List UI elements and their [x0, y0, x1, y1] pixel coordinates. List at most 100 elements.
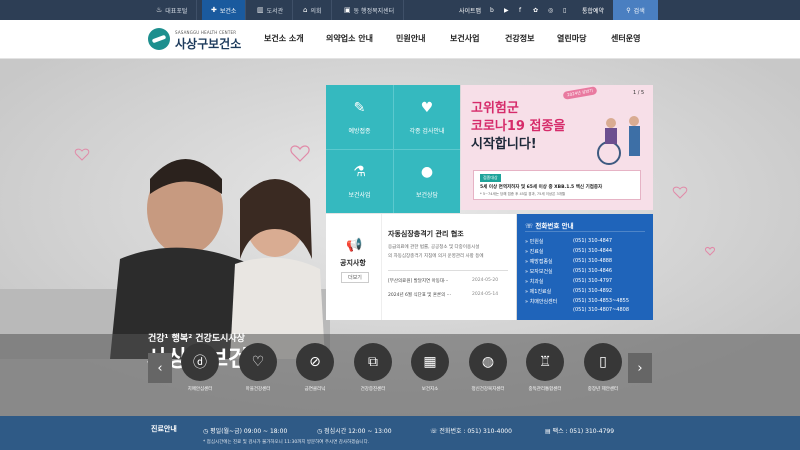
integrated-reservation-link[interactable]: 통합예약	[582, 0, 604, 20]
phone-number: (051) 310-4847	[573, 238, 613, 244]
phone-icon: ☏	[430, 428, 440, 435]
council-link[interactable]: ⌂ 의회	[294, 0, 332, 20]
clinic-hours-bar: 진료안내 ◷ 평일(월~금) 09:00 ~ 18:00 ◷ 점심시간 12:0…	[0, 416, 800, 450]
council-icon: ⌂	[303, 6, 308, 14]
chevron-left-icon: ‹	[157, 360, 163, 376]
tile-tests[interactable]: ♥ 각종 검사안내	[393, 85, 460, 149]
quick-middle-age[interactable]: ▯ 중장년 제안센터	[581, 343, 625, 392]
facebook-icon[interactable]: f	[519, 0, 521, 20]
nav-pharmacy[interactable]: 의약업소 안내	[326, 33, 373, 44]
phone-number: (051) 310-4807~4808	[573, 307, 630, 313]
mobile-icon[interactable]: ▯	[563, 0, 566, 20]
building-icon: ▦	[411, 343, 449, 381]
phone-dept: » 치과실	[525, 279, 544, 285]
syringe-icon: ✎	[353, 99, 366, 116]
phone-title: ☏ 전화번호 안내	[525, 222, 574, 230]
notice-body-line: 의 자동심장충격기 지침에 의거 운영관리 사항 등에	[388, 254, 484, 259]
logo-title[interactable]: 사상구보건소	[175, 35, 241, 52]
notice-label: 공지사항	[340, 259, 366, 267]
nav-health-projects[interactable]: 보건사업	[450, 33, 479, 44]
dumbbell-icon: ⧉	[354, 343, 392, 381]
wheelchair-illustration	[597, 116, 640, 165]
phone-panel: ☏ 전화번호 안내 » 민원실 (051) 310-4847 » 진료실 (05…	[517, 214, 653, 320]
book-icon: ▥	[257, 6, 264, 14]
phone-number: (051) 310-4846	[573, 268, 613, 274]
glass-icon: ♖	[526, 343, 564, 381]
library-link[interactable]: ▥ 도서관	[248, 0, 294, 20]
chevron-right-icon: ›	[637, 360, 643, 376]
notice-item[interactable]: [부산의료원] 발달지연 아동대···	[388, 278, 448, 284]
banner-line2: 코로나19 접종을	[471, 119, 566, 134]
blog-icon[interactable]: b	[490, 0, 494, 20]
no-smoking-icon: ⊘	[296, 343, 334, 381]
phone-number: (051) 310-4853~4855	[573, 298, 630, 304]
notice-item[interactable]: 2024년 6월 식단표 및 혼론의 ···	[388, 292, 451, 298]
phone-dept: » 제1진료실	[525, 289, 552, 295]
megaphone-icon: 📢	[346, 238, 363, 253]
phone-dept: » 치매안심센터	[525, 299, 558, 305]
health-center-link[interactable]: ✚ 보건소	[202, 0, 247, 20]
quick-no-smoking[interactable]: ⊘ 금연클리닉	[293, 343, 337, 392]
fax-number: ▤ 팩스 : 051) 310-4799	[545, 428, 615, 435]
banner-info-box: 접종대상 5세 이상 면역저하자 및 65세 이상 중 XBB.1.5 백신 기…	[473, 170, 641, 200]
quick-health-promotion[interactable]: ⧉ 건강증진센터	[351, 343, 395, 392]
office-icon: ▣	[344, 6, 351, 14]
tile-counseling[interactable]: ● 보건상담	[393, 149, 460, 213]
heartbeat-icon: ♥	[420, 99, 434, 116]
phone-number: (051) 310-4797	[573, 278, 613, 284]
phone-dept: » 민원실	[525, 239, 544, 245]
quick-next-button[interactable]: ›	[628, 353, 652, 383]
quick-village-health[interactable]: ♡ 마을건강센터	[236, 343, 280, 392]
kakao-icon[interactable]: ✿	[533, 0, 538, 20]
divider	[388, 270, 508, 271]
notice-title[interactable]: 자동심장충격기 관리 협조	[388, 229, 464, 239]
lunch-hours: ◷ 점심시간 12:00 ~ 13:00	[317, 428, 392, 435]
notice-date: 2024-05-20	[472, 278, 499, 283]
community-center-link[interactable]: ▣ 동 행정복지센터	[335, 0, 405, 20]
divider	[525, 231, 645, 232]
nav-center[interactable]: 센터운영	[611, 33, 640, 44]
nav-open-forum[interactable]: 열린마당	[557, 33, 586, 44]
quick-addiction[interactable]: ♖ 중독관리통합센터	[523, 343, 567, 392]
banner-line3: 시작합니다!	[471, 137, 537, 152]
medicine-bowl-icon: ⚗	[353, 164, 366, 180]
tel-number: ☏ 전화번호 : 051) 310-4000	[430, 428, 512, 435]
tile-health-projects[interactable]: ⚗ 보건사업	[326, 149, 393, 213]
phone-icon: ▯	[584, 343, 622, 381]
logo-icon[interactable]	[148, 28, 170, 50]
nav-intro[interactable]: 보건소 소개	[264, 33, 304, 44]
fax-icon: ▤	[545, 428, 553, 435]
search-icon: ⚲	[626, 6, 631, 14]
counsel-icon: ●	[420, 164, 434, 180]
banner-tag: 2024년 상반기	[562, 86, 598, 100]
nav-health-info[interactable]: 건강정보	[505, 33, 534, 44]
phone-dept: » 모자보건실	[525, 269, 553, 275]
portal-link[interactable]: ♨ 대표포털	[147, 0, 198, 20]
notice-body-line: 응급의료에 관한 법률, 공공청소 및 다중이용시설	[388, 245, 480, 250]
phone-dept: » 진료실	[525, 249, 544, 255]
nav-civil[interactable]: 민원안내	[396, 33, 425, 44]
search-button[interactable]: ⚲ 검색	[613, 0, 658, 20]
phone-number: (051) 310-4844	[573, 248, 613, 254]
phone-dept: » 예방접종실	[525, 259, 553, 265]
phone-icon: ☏	[525, 222, 536, 230]
youtube-icon[interactable]: ▶	[504, 0, 509, 20]
header: SASANGGU HEALTH CENTER 사상구보건소 보건소 소개 의약업…	[0, 20, 800, 59]
quick-prev-button[interactable]: ‹	[148, 353, 172, 383]
weekday-hours: ◷ 평일(월~금) 09:00 ~ 18:00	[203, 428, 288, 435]
quick-dementia[interactable]: ⓓ 치매안심센터	[178, 343, 222, 392]
banner-pager[interactable]: 1 / 5	[633, 90, 644, 96]
health-cross-icon: ✚	[211, 6, 217, 14]
quick-branch[interactable]: ▦ 보건지소	[408, 343, 452, 392]
portal-icon: ♨	[156, 6, 163, 14]
banner-line1: 고위험군	[471, 101, 519, 116]
clinic-note: * 점심시간에는 진료 및 검사가 불가하오니 11:30까지 방문하여 주시면…	[203, 440, 370, 445]
notice-date: 2024-05-14	[472, 292, 499, 297]
instagram-icon[interactable]: ◎	[548, 0, 553, 20]
notice-panel: 📢 공지사항 더보기 자동심장충격기 관리 협조 응급의료에 관한 법률, 공공…	[326, 214, 516, 320]
sitemap-link[interactable]: 사이트맵	[459, 0, 481, 20]
quick-mental-health[interactable]: ◍ 정신건강복지센터	[466, 343, 510, 392]
tile-vaccination[interactable]: ✎ 예방접종	[326, 85, 393, 149]
promo-banner[interactable]: 1 / 5 2024년 상반기 고위험군 코로나19 접종을 시작합니다! 접종…	[461, 85, 653, 210]
notice-more-button[interactable]: 더보기	[341, 272, 369, 283]
